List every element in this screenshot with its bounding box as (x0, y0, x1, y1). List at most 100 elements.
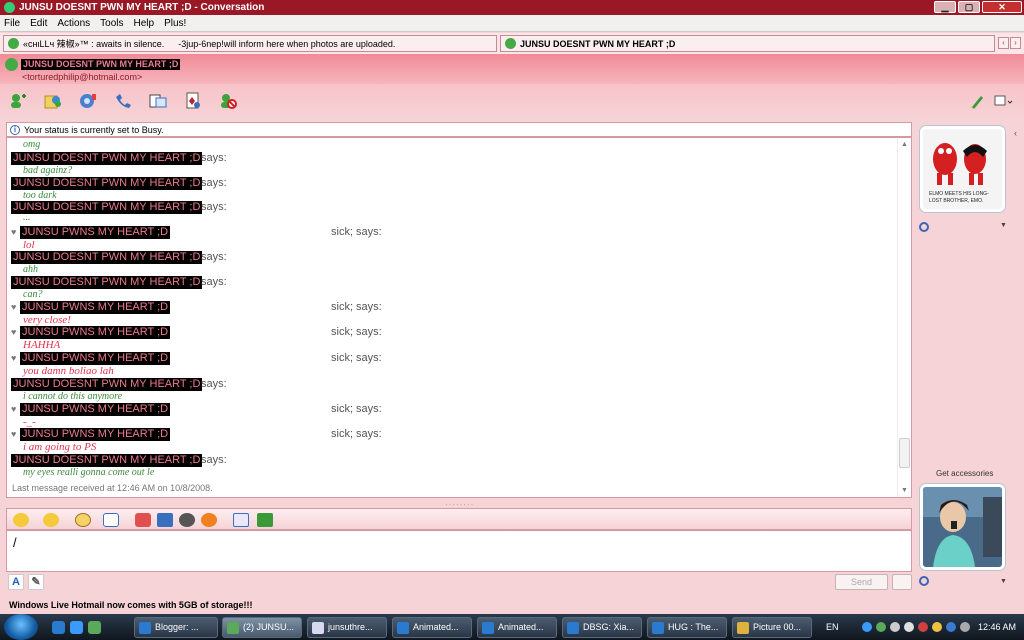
ie-icon[interactable] (52, 621, 65, 634)
sender-name: JUNSU PWNS MY HEART ;D (20, 403, 171, 416)
games-icon[interactable] (183, 92, 203, 110)
menu-tools[interactable]: Tools (100, 18, 123, 29)
window-title: JUNSU DOESNT PWN MY HEART ;D - Conversat… (19, 2, 265, 13)
language-indicator[interactable]: EN (826, 614, 839, 640)
font-icon[interactable] (233, 513, 249, 527)
scroll-down-icon[interactable]: ▼ (901, 487, 908, 494)
menu-plus[interactable]: Plus! (164, 18, 186, 29)
scrollbar-thumb[interactable] (899, 438, 910, 468)
menu-help[interactable]: Help (134, 18, 155, 29)
taskbar-item-animated-2[interactable]: Animated... (477, 617, 557, 638)
ink-icon[interactable] (135, 513, 151, 527)
clock[interactable]: 12:46 AM (978, 614, 1016, 640)
contact-header: JUNSU DOESNT PWN MY HEART ;D <torturedph… (0, 54, 1024, 84)
block-icon[interactable] (218, 92, 238, 110)
taskbar-item-animated-1[interactable]: Animated... (392, 617, 472, 638)
get-accessories-link[interactable]: Get accessories (936, 469, 993, 478)
message-text: ... (23, 212, 31, 223)
says-label: says: (201, 378, 227, 390)
taskbar-item-label: Picture 00... (753, 622, 802, 632)
picture-sidebar: ‹ ELMO MEETS HIS LONG- LOST BROTHER, EMO… (916, 122, 1024, 596)
folder-icon (312, 622, 324, 634)
voice-clip-icon[interactable] (103, 513, 119, 527)
collapse-sidebar-icon[interactable]: ‹ (1014, 128, 1024, 142)
tab-conversation-2[interactable]: JUNSU DOESNT PWN MY HEART ;D (500, 35, 995, 52)
taskbar-item-label: Blogger: ... (155, 622, 199, 632)
webcam-icon[interactable] (919, 222, 929, 232)
chevron-down-icon[interactable]: ▼ (1000, 578, 1007, 585)
battery-icon[interactable] (932, 622, 942, 632)
taskbar-item-dbsg[interactable]: DBSG: Xia... (562, 617, 642, 638)
wink-icon[interactable] (43, 513, 59, 527)
call-icon[interactable] (113, 92, 133, 110)
video-call-icon[interactable] (78, 92, 98, 110)
taskbar-item-blogger[interactable]: Blogger: ... (134, 617, 218, 638)
taskbar-item-folder[interactable]: junsuthre... (307, 617, 387, 638)
antivirus-icon[interactable] (918, 622, 928, 632)
maximize-button[interactable]: ▢ (958, 1, 980, 13)
tab-scroll-left-button[interactable]: ‹ (998, 37, 1009, 49)
heart-emoticon-icon: ♥ (11, 302, 17, 312)
tab-scroll-right-button[interactable]: › (1010, 37, 1021, 49)
record-icon[interactable] (179, 513, 195, 527)
says-label: says: (201, 201, 227, 213)
bluetooth-icon[interactable] (946, 622, 956, 632)
svg-text:ELMO MEETS HIS LONG-: ELMO MEETS HIS LONG- (929, 191, 989, 197)
send-button[interactable]: Send (835, 574, 888, 590)
tab-conversation-1[interactable]: «cнιLLч 辣椒»™ : awaits in silence. -3jup-… (3, 35, 497, 52)
background-brush-icon[interactable] (968, 92, 988, 110)
says-label: says: (201, 251, 227, 263)
volume-icon[interactable] (904, 622, 914, 632)
plus-icon[interactable] (201, 513, 217, 527)
close-button[interactable]: ✕ (982, 1, 1022, 13)
message-input[interactable]: / (6, 530, 912, 572)
minimize-button[interactable]: ▁ (934, 1, 956, 13)
menu-file[interactable]: File (4, 18, 20, 29)
emoticon-icon[interactable] (13, 513, 29, 527)
messenger-icon[interactable] (88, 621, 101, 634)
sender-name: JUNSU PWNS MY HEART ;D (20, 226, 171, 239)
says-label: sick; says: (331, 326, 382, 338)
show-desktop-icon[interactable] (70, 621, 83, 634)
sender-name: JUNSU DOESNT PWN MY HEART ;D (11, 251, 203, 264)
nudge-icon[interactable] (75, 513, 91, 527)
handwriting-icon[interactable]: ✎ (28, 574, 44, 590)
send-file-icon[interactable] (257, 513, 273, 527)
tab-contact-name: JUNSU DOESNT PWN MY HEART ;D (520, 38, 676, 49)
help-icon[interactable] (862, 622, 872, 632)
conversation-tabs: «cнιLLч 辣椒»™ : awaits in silence. -3jup-… (0, 33, 1024, 54)
menu-actions[interactable]: Actions (57, 18, 90, 29)
conversation-history[interactable]: omg JUNSU DOESNT PWN MY HEART ;D says: b… (6, 137, 912, 498)
layout-menu-icon[interactable] (993, 92, 1013, 110)
tab-contact-name: «cнιLLч 辣椒»™ : awaits in silence. (23, 39, 165, 49)
chevron-down-icon[interactable]: ▼ (1000, 222, 1007, 229)
activities-icon[interactable] (148, 92, 168, 110)
heart-emoticon-icon: ♥ (11, 353, 17, 363)
background-icon[interactable] (157, 513, 173, 527)
advertisement-text[interactable]: Windows Live Hotmail now comes with 5GB … (9, 600, 252, 610)
my-display-picture[interactable] (920, 484, 1005, 570)
message-text: can? (23, 289, 43, 300)
taskbar-item-label: DBSG: Xia... (583, 622, 635, 632)
message-text: my eyes realli gonna come out le (23, 467, 155, 478)
history-scrollbar[interactable]: ▲ ▼ (897, 138, 911, 497)
start-button[interactable] (4, 614, 38, 640)
messenger-tray-icon[interactable] (876, 622, 886, 632)
system-tray: EN 12:46 AM (820, 614, 1024, 640)
invite-contact-icon[interactable] (8, 92, 28, 110)
font-style-icon[interactable]: A (8, 574, 24, 590)
share-files-icon[interactable] (43, 92, 63, 110)
heart-emoticon-icon: ♥ (11, 404, 17, 414)
scroll-up-icon[interactable]: ▲ (901, 141, 908, 148)
power-icon[interactable] (960, 622, 970, 632)
taskbar-item-picture[interactable]: Picture 00... (732, 617, 812, 638)
menu-edit[interactable]: Edit (30, 18, 47, 29)
sender-name: JUNSU DOESNT PWN MY HEART ;D (11, 454, 203, 467)
contact-display-picture[interactable]: ELMO MEETS HIS LONG- LOST BROTHER, EMO. (920, 126, 1005, 212)
taskbar-item-messenger[interactable]: (2) JUNSU... (222, 617, 302, 638)
network-icon[interactable] (890, 622, 900, 632)
taskbar-item-hug[interactable]: HUG : The... (647, 617, 727, 638)
taskbar-item-label: (2) JUNSU... (243, 622, 295, 632)
webcam-icon[interactable] (919, 576, 929, 586)
search-icon[interactable] (892, 574, 912, 590)
